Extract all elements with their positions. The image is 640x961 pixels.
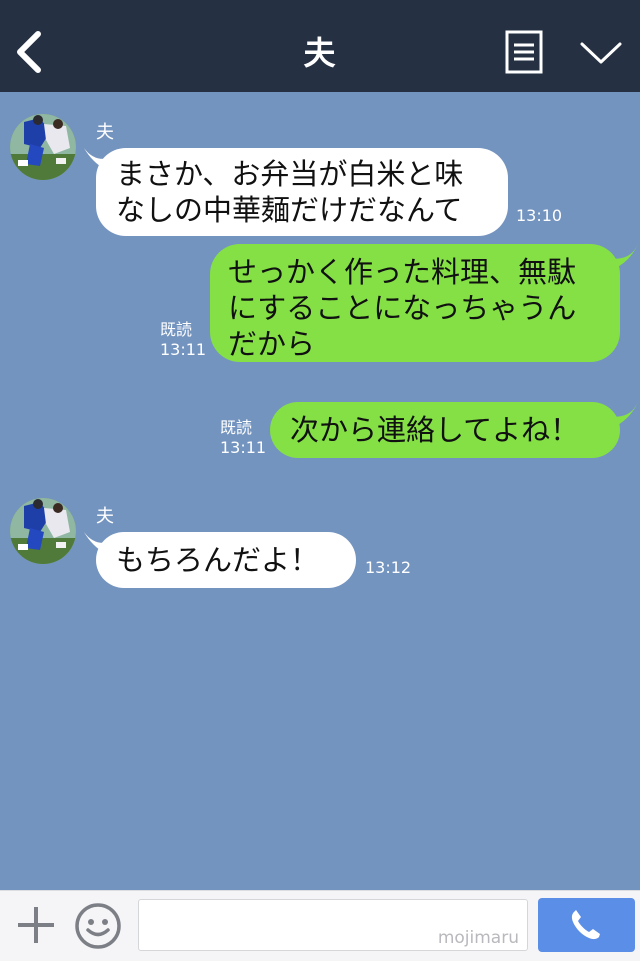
- chat-title: 夫: [303, 34, 337, 72]
- message-bubble[interactable]: もちろんだよ！: [96, 532, 356, 588]
- list-icon: [505, 30, 543, 74]
- read-receipt: 既読 13:11: [220, 418, 267, 457]
- avatar[interactable]: [10, 114, 76, 180]
- smiley-icon: [75, 903, 121, 949]
- sender-name: 夫: [96, 122, 114, 143]
- menu-button[interactable]: [504, 30, 544, 74]
- plus-icon: [18, 907, 54, 943]
- read-receipt: 既読 13:11: [160, 320, 207, 359]
- call-button[interactable]: [538, 898, 635, 952]
- message-input[interactable]: mojimaru: [138, 899, 528, 951]
- add-button[interactable]: [14, 903, 58, 947]
- emoji-button[interactable]: [74, 902, 122, 950]
- input-bar: mojimaru: [0, 890, 640, 961]
- watermark: mojimaru: [437, 928, 519, 948]
- chevron-down-icon: [580, 42, 622, 64]
- message-bubble[interactable]: せっかく作った料理、無駄 にすることになっちゃうん だから: [210, 244, 620, 362]
- expand-button[interactable]: [578, 36, 624, 70]
- chat-area[interactable]: 夫 まさか、お弁当が白米と味 なしの中華麺だけだなんて 13:10 既読 13:…: [0, 92, 640, 890]
- message-time: 13:10: [516, 206, 563, 225]
- phone-icon: [571, 910, 600, 940]
- message-time: 13:12: [365, 558, 412, 577]
- message-bubble[interactable]: まさか、お弁当が白米と味 なしの中華麺だけだなんて: [96, 148, 508, 236]
- chat-header: 夫: [0, 0, 640, 92]
- sender-name: 夫: [96, 506, 114, 527]
- avatar[interactable]: [10, 498, 76, 564]
- message-bubble[interactable]: 次から連絡してよね！: [270, 402, 620, 458]
